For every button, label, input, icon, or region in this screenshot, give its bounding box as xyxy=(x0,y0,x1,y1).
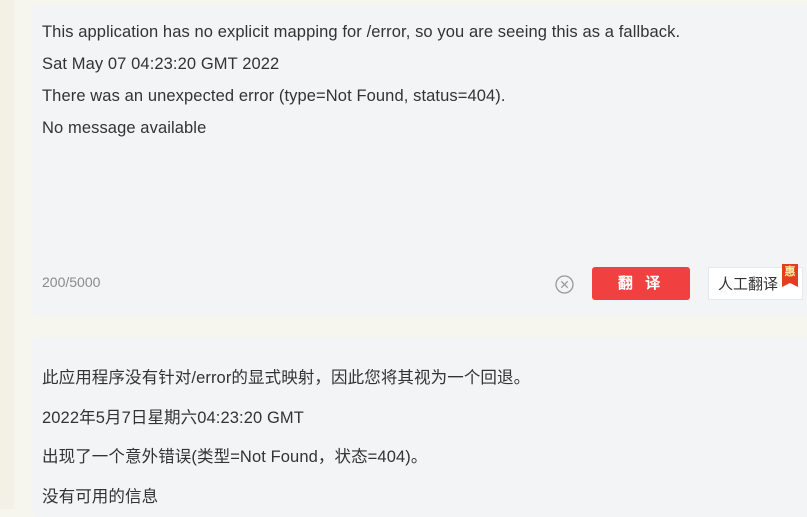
human-translate-button[interactable]: 人工翻译 惠 xyxy=(708,264,803,300)
result-line-1: 此应用程序没有针对/error的显式映射，因此您将其视为一个回退。 xyxy=(42,369,531,387)
clear-icon[interactable] xyxy=(555,275,574,294)
promo-badge: 惠 xyxy=(782,264,798,287)
result-text-panel: 此应用程序没有针对/error的显式映射，因此您将其视为一个回退。 2022年5… xyxy=(32,337,807,517)
source-line-2: Sat May 07 04:23:20 GMT 2022 xyxy=(42,55,280,73)
source-text-panel[interactable]: This application has no explicit mapping… xyxy=(32,5,807,316)
translate-button[interactable]: 翻 译 xyxy=(592,267,690,300)
result-line-2: 2022年5月7日星期六04:23:20 GMT xyxy=(42,409,304,427)
source-line-3: There was an unexpected error (type=Not … xyxy=(42,87,506,105)
left-margin-strip xyxy=(0,0,14,509)
char-count: 200/5000 xyxy=(42,274,101,290)
source-line-1: This application has no explicit mapping… xyxy=(42,23,681,41)
source-line-4: No message available xyxy=(42,119,207,137)
human-translate-label: 人工翻译 xyxy=(718,276,779,293)
result-line-4: 没有可用的信息 xyxy=(42,488,159,506)
result-line-3: 出现了一个意外错误(类型=Not Found，状态=404)。 xyxy=(42,448,428,466)
